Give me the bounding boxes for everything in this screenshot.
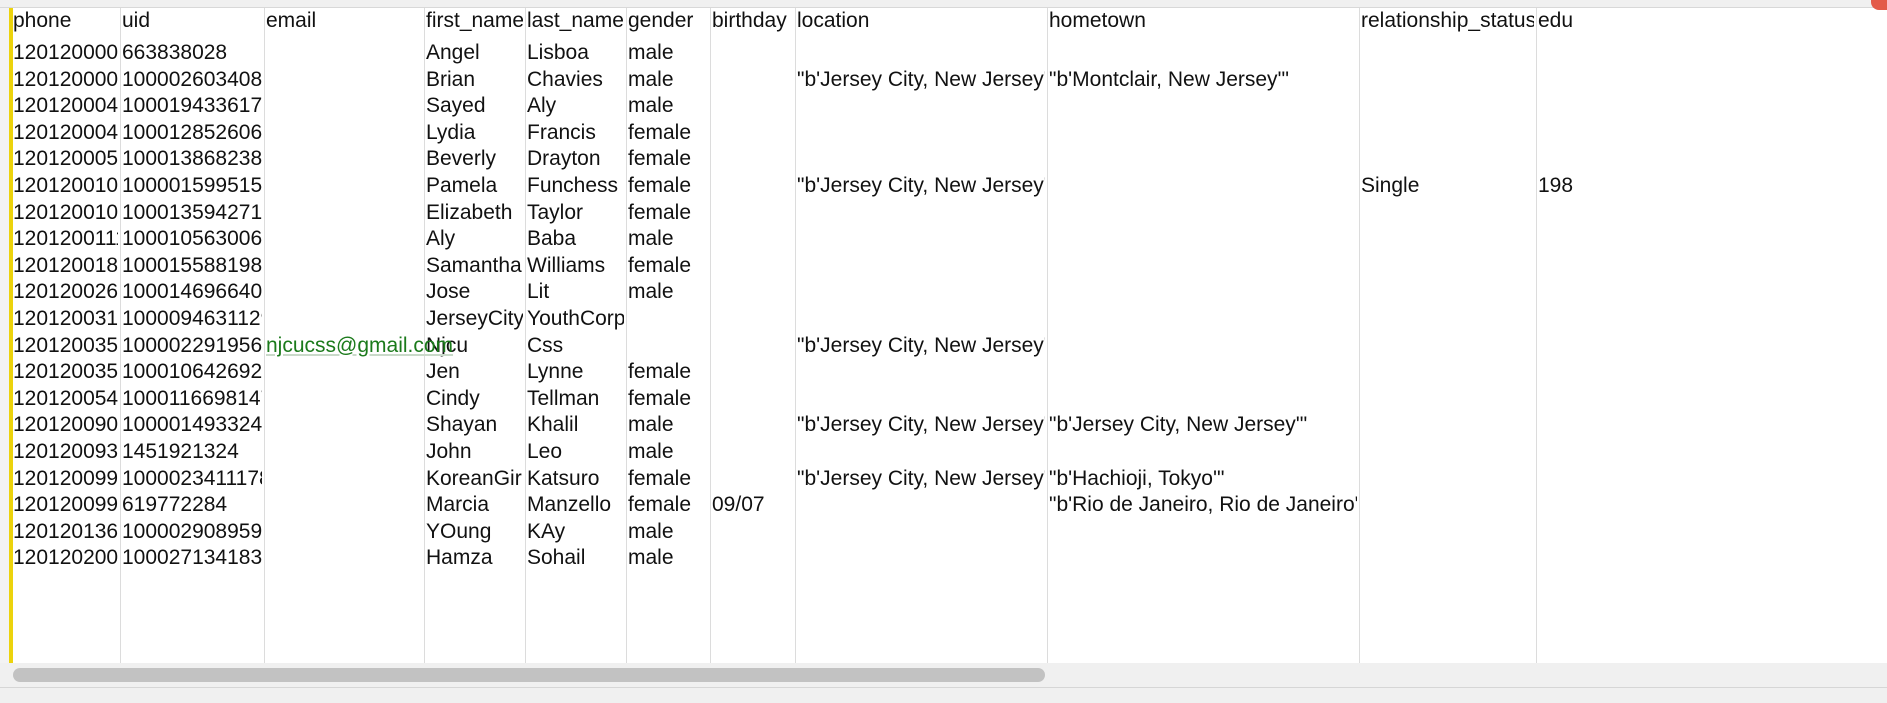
- cell-first-name[interactable]: Hamza: [426, 539, 523, 571]
- cell-edu[interactable]: [1538, 539, 1887, 571]
- row-gutter: [0, 8, 9, 663]
- cell-phone[interactable]: 12012020068: [13, 539, 118, 571]
- column-header-relationship-status[interactable]: relationship_status: [1361, 8, 1534, 34]
- column-divider[interactable]: [1359, 8, 1360, 663]
- column-header-last-name[interactable]: last_name: [527, 8, 624, 34]
- column-divider[interactable]: [120, 8, 121, 663]
- cell-last-name[interactable]: Sohail: [527, 539, 624, 571]
- status-bar: [0, 687, 1887, 703]
- cell-gender[interactable]: male: [628, 539, 708, 571]
- column-divider[interactable]: [795, 8, 796, 663]
- column-header-uid[interactable]: uid: [122, 8, 262, 34]
- scrollbar-thumb[interactable]: [13, 668, 1045, 682]
- column-divider[interactable]: [1047, 8, 1048, 663]
- cell-location[interactable]: [797, 539, 1045, 571]
- column-divider[interactable]: [626, 8, 627, 663]
- window-top-edge: [0, 0, 1887, 8]
- column-header-gender[interactable]: gender: [628, 8, 708, 34]
- column-header-hometown[interactable]: hometown: [1049, 8, 1357, 34]
- column-header-email[interactable]: email: [266, 8, 422, 34]
- horizontal-scrollbar[interactable]: [0, 663, 1887, 687]
- column-header-location[interactable]: location: [797, 8, 1045, 34]
- cell-uid[interactable]: 100027134183439: [122, 539, 262, 571]
- cell-relationship-status[interactable]: [1361, 539, 1534, 571]
- column-divider[interactable]: [525, 8, 526, 663]
- column-header-birthday[interactable]: birthday: [712, 8, 793, 34]
- column-header-first-name[interactable]: first_name: [426, 8, 523, 34]
- column-header-phone[interactable]: phone: [13, 8, 118, 34]
- cell-birthday[interactable]: [712, 539, 793, 571]
- column-divider[interactable]: [264, 8, 265, 663]
- column-divider[interactable]: [1536, 8, 1537, 663]
- cell-hometown[interactable]: [1049, 539, 1357, 571]
- table-row[interactable]: 12012020068100027134183439 HamzaSohailmal…: [13, 539, 1887, 571]
- column-divider[interactable]: [710, 8, 711, 663]
- cell-email[interactable]: [266, 539, 422, 571]
- data-grid[interactable]: phone uid email first_name last_name gender bi…: [13, 8, 1887, 663]
- column-header-edu[interactable]: edu: [1538, 8, 1887, 34]
